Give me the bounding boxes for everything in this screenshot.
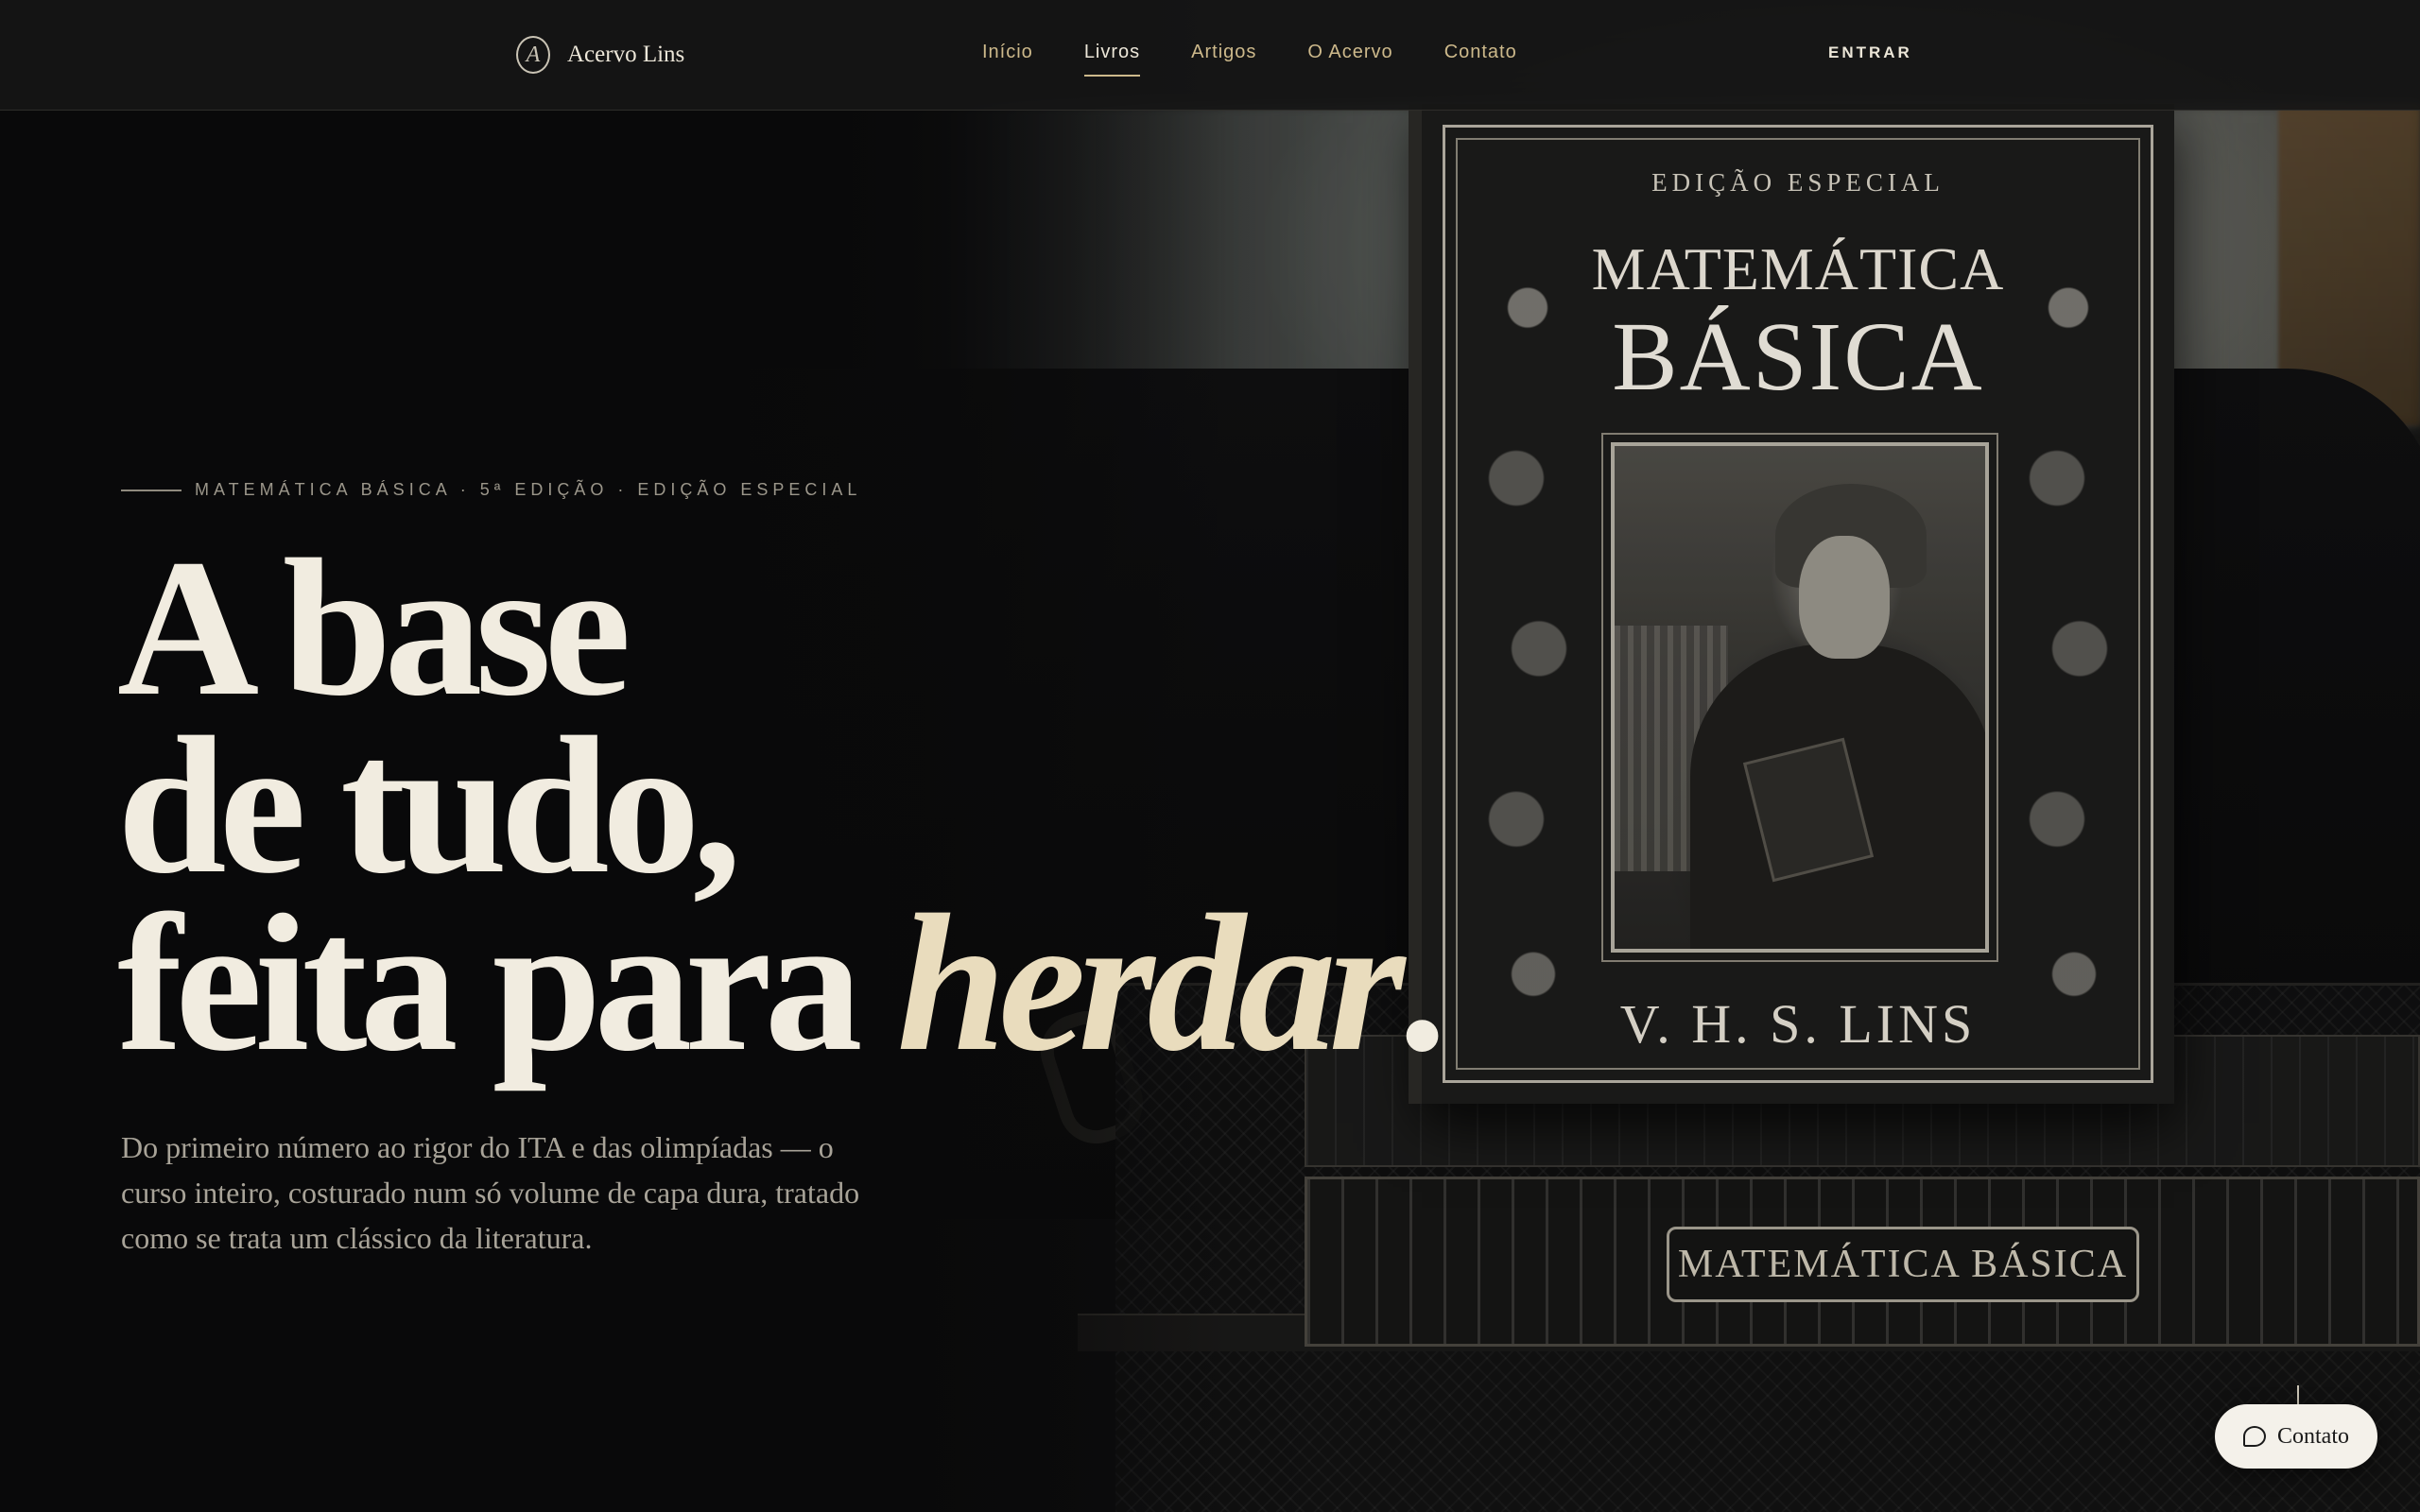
brand-monogram-icon: A: [516, 36, 550, 74]
headline-italic-word: herdar: [896, 874, 1406, 1091]
scroll-indicator: [2297, 1385, 2299, 1406]
hero-lead-paragraph: Do primeiro número ao rigor do ITA e das…: [121, 1130, 860, 1255]
headline-period: .: [1397, 874, 1447, 1091]
eyebrow-text: MATEMÁTICA BÁSICA · 5ª EDIÇÃO · EDIÇÃO E…: [195, 480, 862, 499]
headline-line-2: de tudo,: [117, 696, 742, 914]
headline-line-3-plain: feita para: [117, 874, 897, 1091]
nav-livros[interactable]: Livros: [1083, 42, 1141, 77]
nav-inicio[interactable]: Início: [982, 42, 1033, 77]
headline-line-1: A base: [117, 519, 631, 736]
nav-artigos[interactable]: Artigos: [1191, 42, 1256, 77]
contact-button-label: Contato: [2277, 1423, 2349, 1449]
nav-contato[interactable]: Contato: [1444, 42, 1517, 77]
contact-floating-button[interactable]: Contato: [2215, 1404, 2377, 1469]
brand-logo-link[interactable]: A Acervo Lins: [516, 36, 684, 74]
hero-eyebrow: MATEMÁTICA BÁSICA · 5ª EDIÇÃO · EDIÇÃO E…: [121, 480, 861, 500]
hero-headline: A base de tudo, feita para herdar.: [117, 519, 1447, 1081]
login-button[interactable]: ENTRAR: [1828, 43, 1912, 62]
nav-o-acervo[interactable]: O Acervo: [1307, 42, 1392, 77]
eyebrow-divider-line: [121, 489, 182, 491]
main-nav: Início Livros Artigos O Acervo Contato: [982, 42, 1517, 77]
chat-bubble-icon: [2243, 1426, 2266, 1447]
brand-name: Acervo Lins: [567, 42, 685, 67]
headline-line-3: feita para herdar.: [117, 885, 1447, 1081]
site-header: A Acervo Lins Início Livros Artigos O Ac…: [0, 0, 2420, 111]
